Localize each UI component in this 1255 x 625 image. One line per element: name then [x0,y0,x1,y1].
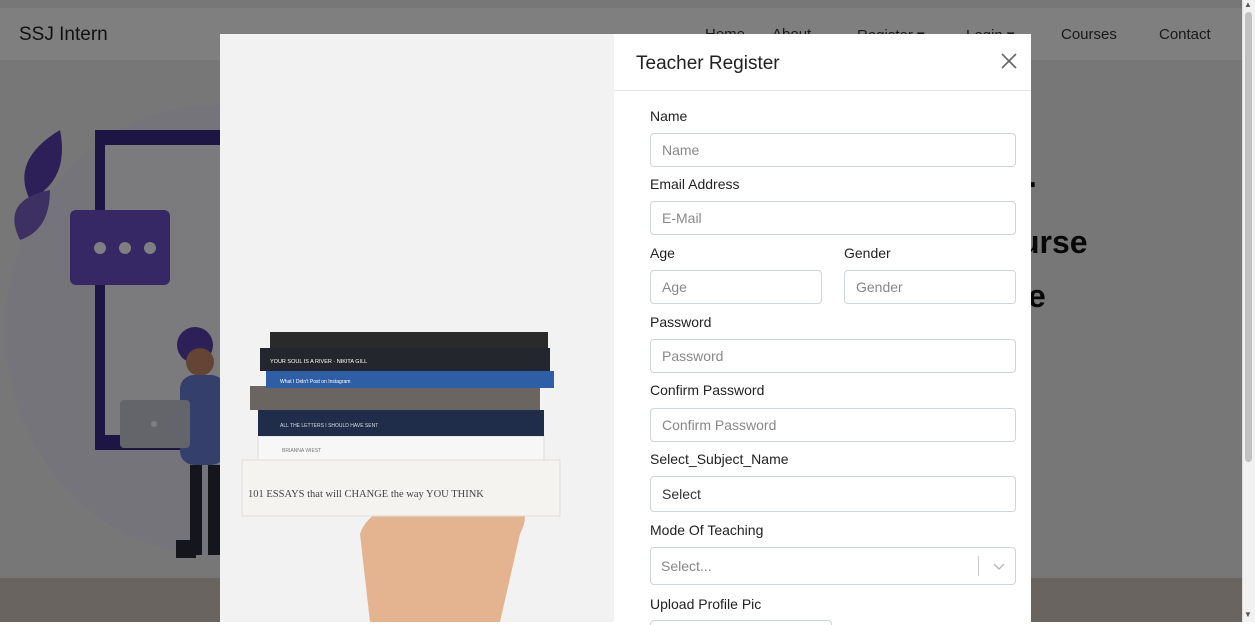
book-spine-3: ALL THE LETTERS I SHOULD HAVE SENT [280,423,378,429]
mode-label: Mode Of Teaching [650,522,764,538]
name-label: Name [650,108,688,124]
modal-header: Teacher Register [614,34,1031,91]
chevron-down-icon[interactable] [989,548,1009,584]
gender-input[interactable]: Gender [844,270,1016,304]
select-separator [978,556,979,576]
email-input[interactable]: E-Mail [650,201,1016,235]
gender-label: Gender [844,245,891,261]
book-spine-5: 101 ESSAYS that will CHANGE the way YOU … [248,489,484,500]
mode-select[interactable]: Select... [650,547,1016,585]
profile-pic-upload[interactable] [650,620,832,625]
password-input[interactable]: Password [650,339,1016,373]
scroll-up-icon[interactable]: ▲ [1244,0,1252,9]
email-label: Email Address [650,176,740,192]
confirm-password-label: Confirm Password [650,382,765,398]
subject-label: Select_Subject_Name [650,451,789,467]
modal-book-photo: 101 ESSAYS that will CHANGE the way YOU … [220,34,614,622]
teacher-register-modal: Teacher Register Name Name Email Address… [614,34,1031,625]
book-spine-4: BRIANNA WIEST [282,448,321,454]
scrollbar-thumb[interactable] [1245,12,1252,462]
profile-pic-label: Upload Profile Pic [650,596,762,612]
age-label: Age [650,245,675,261]
name-input[interactable]: Name [650,133,1016,167]
book-spine-2: What I Didn't Post on Instagram [280,379,350,385]
close-icon[interactable] [996,48,1022,74]
confirm-password-input[interactable]: Confirm Password [650,408,1016,442]
book-spine-1: YOUR SOUL IS A RIVER · NIKITA GILL [270,359,367,365]
modal-title: Teacher Register [636,53,780,74]
mode-select-placeholder: Select... [661,558,712,574]
age-input[interactable]: Age [650,270,822,304]
password-label: Password [650,314,712,330]
subject-select[interactable]: Select [650,476,1016,512]
scroll-down-icon[interactable]: ▼ [1244,610,1252,619]
